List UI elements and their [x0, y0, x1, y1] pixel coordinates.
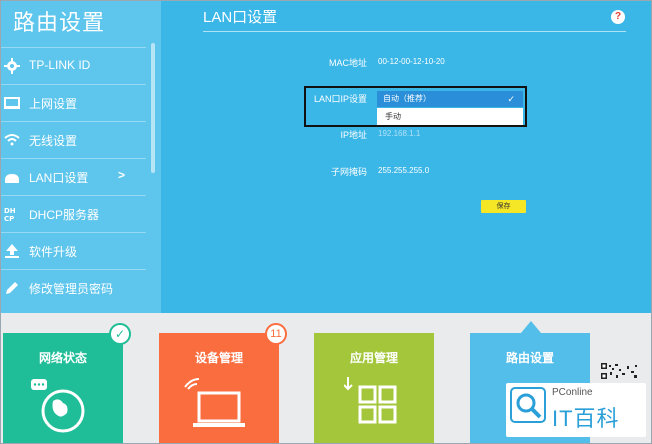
save-button[interactable]: 保存	[481, 200, 526, 213]
help-icon[interactable]: ?	[611, 10, 625, 24]
tile-device-management[interactable]: 设备管理	[159, 333, 279, 443]
sidebar-item-label: LAN口设置	[29, 171, 89, 185]
status-ok-badge: ✓	[109, 323, 131, 345]
sidebar-item-label: 修改管理员密码	[29, 282, 114, 296]
dhcp-icon: DHCP	[4, 207, 16, 222]
apps-grid-icon	[344, 377, 397, 424]
pconline-watermark: PConline IT百科	[506, 383, 646, 437]
lan-icon	[5, 174, 19, 183]
sidebar-title: 路由设置	[13, 10, 106, 35]
sidebar-menu: TP-LINK ID 上网设置 无线设置 LAN口设置 > DH CP DHCP服…	[1, 47, 146, 306]
lan-settings-panel: LAN口设置 ? MAC地址 00-12-00-12-10-20 LAN口IP设…	[161, 1, 651, 313]
sidebar-item-lan[interactable]: LAN口设置 >	[1, 158, 146, 195]
title-divider	[203, 31, 626, 32]
tile-label: 路由设置	[505, 351, 554, 365]
device-count-badge: 11	[265, 323, 287, 345]
pencil-icon	[6, 282, 18, 294]
sidebar-item-wireless[interactable]: 无线设置	[1, 121, 146, 158]
sidebar-item-password[interactable]: 修改管理员密码	[1, 269, 146, 306]
sidebar-item-tplink-id[interactable]: TP-LINK ID	[1, 47, 146, 84]
sidebar-item-label: 上网设置	[29, 97, 78, 111]
magnifier-logo-icon	[510, 387, 546, 423]
sidebar-item-label: DHCP服务器	[29, 208, 100, 222]
subnet-mask-label: 子网掩码	[330, 167, 367, 177]
tile-network-status[interactable]: 网络状态	[3, 333, 123, 443]
watermark-title: IT百科	[552, 406, 620, 431]
qr-code-icon	[601, 363, 637, 379]
tile-label: 设备管理	[194, 351, 243, 365]
checkmark-icon: ✓	[507, 94, 515, 104]
wifi-icon	[4, 134, 20, 146]
watermark-brand: PConline	[552, 387, 593, 398]
ip-label: IP地址	[340, 130, 367, 140]
subnet-mask-value[interactable]: 255.255.255.0	[378, 166, 429, 175]
gear-icon	[4, 58, 20, 74]
globe-icon	[31, 379, 85, 433]
sidebar-item-label: 软件升级	[29, 245, 78, 259]
svg-text:CP: CP	[4, 215, 14, 222]
chevron-right-icon: >	[118, 168, 126, 182]
ip-mode-label: LAN口IP设置	[313, 94, 367, 104]
svg-text:DH: DH	[4, 207, 16, 215]
router-admin-window: 路由设置 TP-LINK ID 上网设置 无线设置 LAN口设置 > DH CP…	[0, 0, 652, 444]
tile-label: 应用管理	[349, 351, 398, 365]
sidebar-item-dhcp[interactable]: DH CP DHCP服务器	[1, 195, 146, 232]
sidebar-item-label: TP-LINK ID	[29, 58, 91, 72]
ip-mode-selected: 自动（推荐）	[383, 94, 431, 103]
page-title: LAN口设置	[203, 9, 278, 26]
sidebar: 路由设置 TP-LINK ID 上网设置 无线设置 LAN口设置 > DH CP…	[1, 1, 161, 313]
laptop-wifi-icon	[184, 378, 245, 427]
mac-label: MAC地址	[329, 58, 367, 68]
ip-mode-option-manual[interactable]: 手动	[377, 108, 523, 125]
sidebar-item-label: 无线设置	[29, 134, 78, 148]
tile-app-management[interactable]: 应用管理	[314, 333, 434, 443]
sidebar-scrollbar[interactable]	[151, 43, 155, 173]
upgrade-icon	[5, 244, 19, 258]
mac-value: 00-12-00-12-10-20	[378, 57, 445, 66]
ip-mode-select[interactable]: 自动（推荐） ✓	[377, 91, 523, 107]
active-tile-pointer	[521, 321, 541, 333]
sidebar-item-upgrade[interactable]: 软件升级	[1, 232, 146, 269]
tile-label: 网络状态	[38, 351, 87, 365]
sidebar-item-internet[interactable]: 上网设置	[1, 84, 146, 121]
ip-value[interactable]: 192.168.1.1	[378, 129, 420, 138]
monitor-icon	[4, 97, 20, 109]
